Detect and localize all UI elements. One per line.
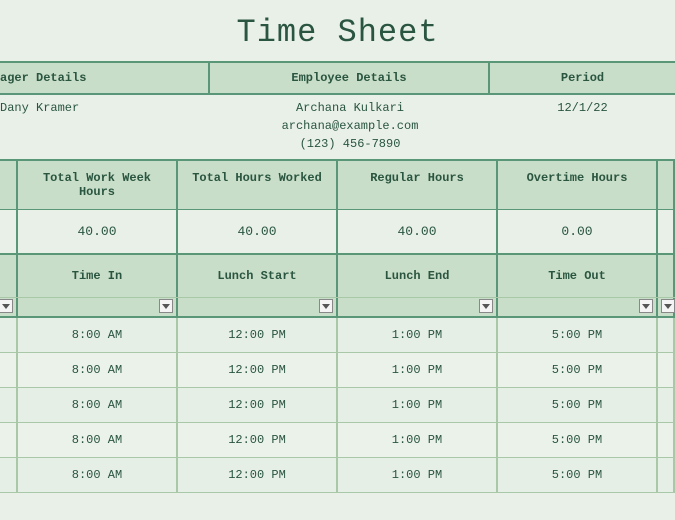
employee-email: archana@example.com — [210, 117, 490, 135]
cell-time-out: 5:00 PM — [498, 318, 658, 352]
filter-button[interactable] — [0, 299, 13, 313]
cell-time-in: 8:00 AM — [18, 318, 178, 352]
employee-phone: (123) 456-7890 — [210, 135, 490, 153]
period-header: Period — [490, 63, 675, 93]
manager-name: Dany Kramer — [0, 101, 210, 115]
col-time-out: Time Out — [498, 255, 658, 297]
cell-time-out: 5:00 PM — [498, 353, 658, 387]
page-title: Time Sheet — [0, 0, 675, 61]
details-row: Dany Kramer Archana Kulkari 12/1/22 — [0, 95, 675, 117]
table-header: Time In Lunch Start Lunch End Time Out — [0, 255, 675, 298]
col-lunch-start: Lunch Start — [178, 255, 338, 297]
summary-value-regular: 40.00 — [338, 210, 498, 253]
filter-button[interactable] — [159, 299, 173, 313]
summary-label-overtime: Overtime Hours — [498, 161, 658, 209]
table-row: 8:00 AM12:00 PM1:00 PM5:00 PM — [0, 423, 675, 458]
table-row: 8:00 AM12:00 PM1:00 PM5:00 PM — [0, 353, 675, 388]
summary-header: Total Work Week Hours Total Hours Worked… — [0, 159, 675, 210]
cell-lunch-start: 12:00 PM — [178, 388, 338, 422]
cell-time-in: 8:00 AM — [18, 353, 178, 387]
cell-lunch-end: 1:00 PM — [338, 423, 498, 457]
summary-value-week: 40.00 — [18, 210, 178, 253]
col-lunch-end: Lunch End — [338, 255, 498, 297]
cell-lunch-start: 12:00 PM — [178, 458, 338, 492]
cell-time-out: 5:00 PM — [498, 388, 658, 422]
employee-header: Employee Details — [210, 63, 490, 93]
cell-time-in: 8:00 AM — [18, 423, 178, 457]
filter-button[interactable] — [639, 299, 653, 313]
cell-lunch-end: 1:00 PM — [338, 353, 498, 387]
summary-value-overtime: 0.00 — [498, 210, 658, 253]
cell-time-out: 5:00 PM — [498, 458, 658, 492]
cell-lunch-end: 1:00 PM — [338, 458, 498, 492]
cell-time-out: 5:00 PM — [498, 423, 658, 457]
cell-lunch-start: 12:00 PM — [178, 318, 338, 352]
cell-lunch-start: 12:00 PM — [178, 353, 338, 387]
details-header: ager Details Employee Details Period — [0, 61, 675, 95]
table-row: 8:00 AM12:00 PM1:00 PM5:00 PM — [0, 388, 675, 423]
cell-lunch-start: 12:00 PM — [178, 423, 338, 457]
cell-time-in: 8:00 AM — [18, 388, 178, 422]
summary-label-regular: Regular Hours — [338, 161, 498, 209]
filter-button[interactable] — [479, 299, 493, 313]
table-row: 8:00 AM12:00 PM1:00 PM5:00 PM — [0, 458, 675, 493]
summary-value-worked: 40.00 — [178, 210, 338, 253]
cell-lunch-end: 1:00 PM — [338, 318, 498, 352]
filter-row — [0, 298, 675, 318]
cell-time-in: 8:00 AM — [18, 458, 178, 492]
summary-label-worked: Total Hours Worked — [178, 161, 338, 209]
filter-button[interactable] — [661, 299, 675, 313]
employee-name: Archana Kulkari — [210, 101, 490, 115]
cell-lunch-end: 1:00 PM — [338, 388, 498, 422]
summary-label-week: Total Work Week Hours — [18, 161, 178, 209]
manager-header: ager Details — [0, 63, 210, 93]
table-row: 8:00 AM12:00 PM1:00 PM5:00 PM — [0, 318, 675, 353]
col-time-in: Time In — [18, 255, 178, 297]
filter-button[interactable] — [319, 299, 333, 313]
summary-values: 40.00 40.00 40.00 0.00 — [0, 210, 675, 255]
period-value: 12/1/22 — [490, 101, 675, 115]
